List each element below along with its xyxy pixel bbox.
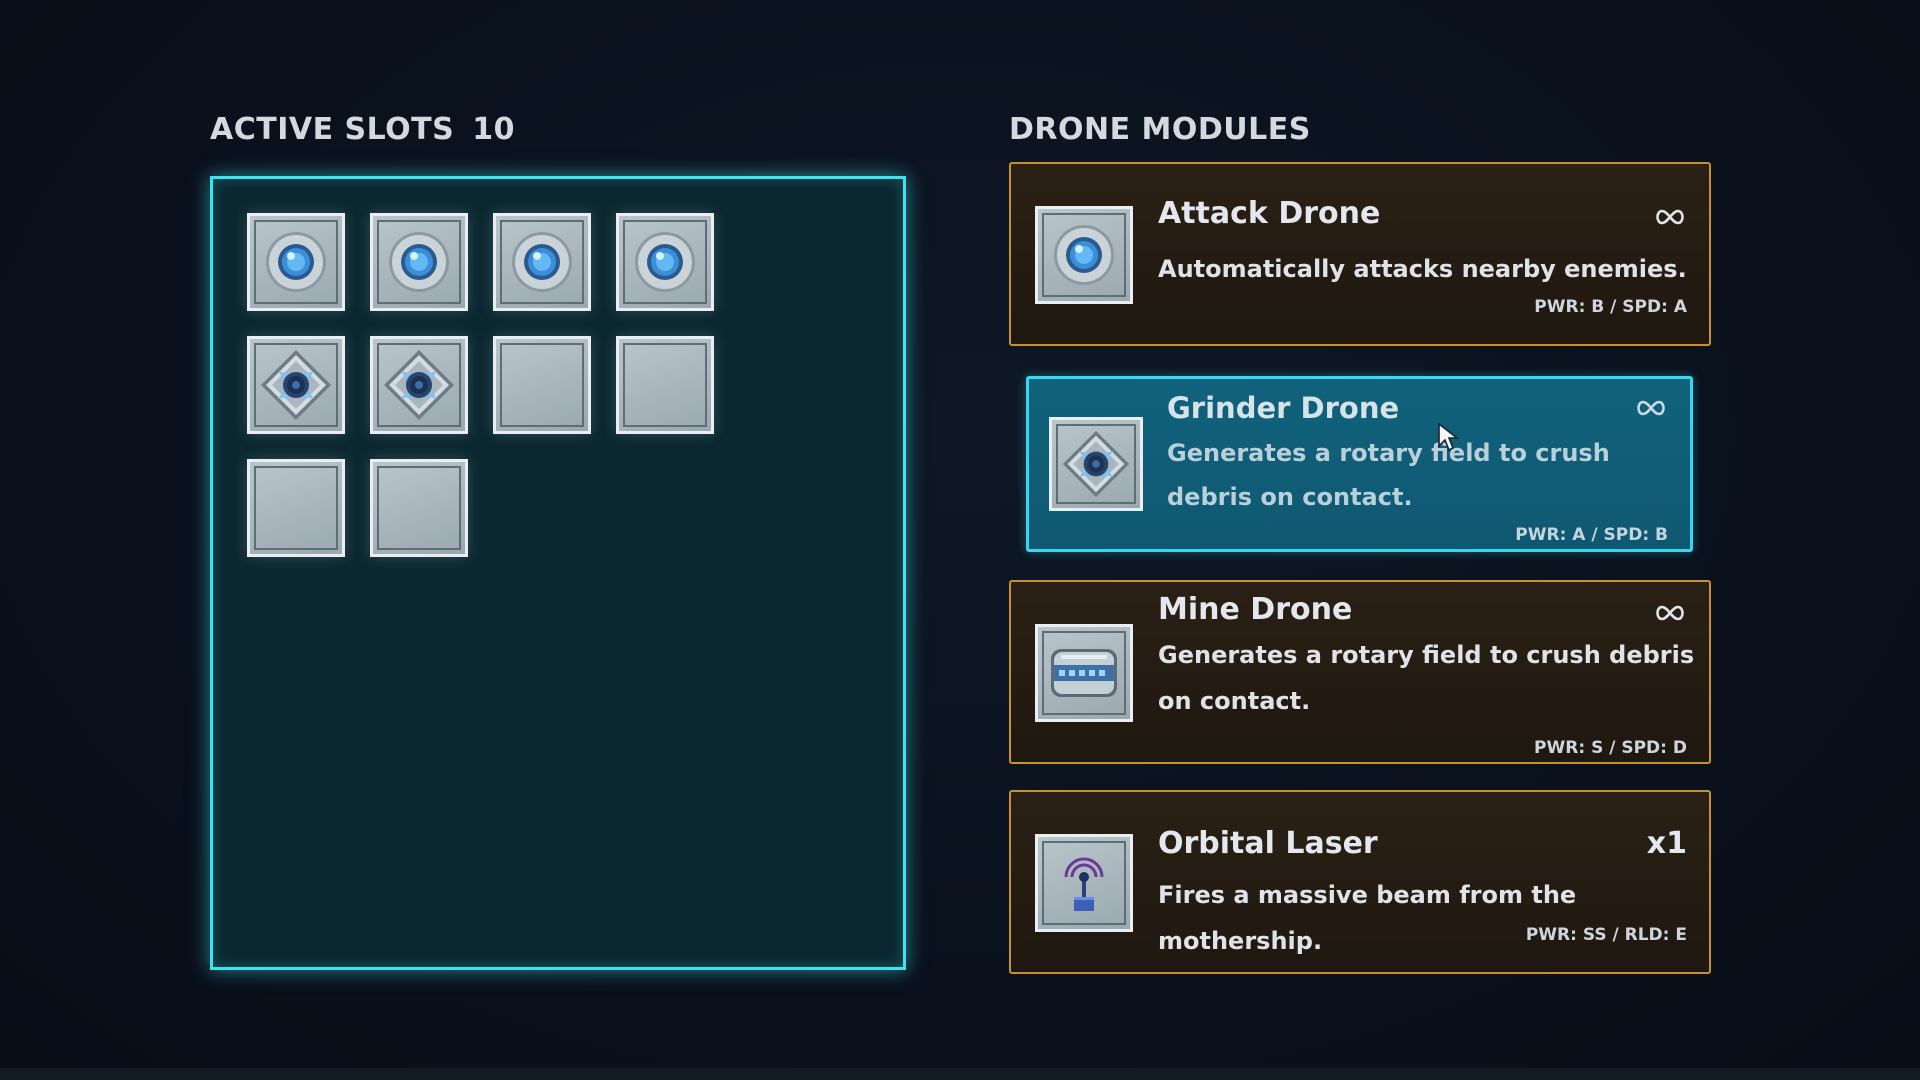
module-card-mine-drone[interactable]: Mine Drone Generates a rotary field to c… [1009, 580, 1711, 764]
attack-drone-icon [266, 232, 326, 292]
mine-drone-thumbnail [1035, 624, 1133, 722]
bottom-strip [0, 1068, 1920, 1080]
module-description: Generates a rotary field to crush debris… [1158, 641, 1695, 715]
grinder-drone-icon [384, 350, 454, 420]
attack-drone-icon [635, 232, 695, 292]
attack-drone-thumbnail [1035, 206, 1133, 304]
slot-3[interactable] [493, 213, 591, 311]
module-stats: PWR: S / SPD: D [1534, 738, 1687, 758]
module-stats: PWR: SS / RLD: E [1525, 925, 1687, 945]
quantity-label: x1 [1646, 826, 1687, 861]
mouse-cursor-icon [1438, 422, 1459, 452]
module-name: Attack Drone [1158, 196, 1381, 231]
module-card-grinder-drone[interactable]: Grinder Drone Generates a rotary field t… [1026, 376, 1693, 552]
module-card-orbital-laser[interactable]: Orbital Laser x1 Fires a massive beam fr… [1009, 790, 1711, 974]
module-description: Automatically attacks nearby enemies. [1158, 255, 1687, 283]
slot-4[interactable] [616, 213, 714, 311]
infinity-icon [1653, 604, 1687, 622]
module-name: Mine Drone [1158, 592, 1353, 627]
attack-drone-icon [512, 232, 572, 292]
orbital-laser-icon [1064, 857, 1104, 911]
slot-1[interactable] [247, 213, 345, 311]
attack-drone-icon [1054, 225, 1114, 285]
module-card-attack-drone[interactable]: Attack Drone Automatically attacks nearb… [1009, 162, 1711, 346]
slot-9-empty[interactable] [247, 459, 345, 557]
slot-8-empty[interactable] [616, 336, 714, 434]
active-slots-heading: ACTIVE SLOTS 10 [210, 112, 515, 147]
module-stats: PWR: B / SPD: A [1534, 297, 1687, 317]
module-name: Grinder Drone [1167, 391, 1400, 425]
attack-drone-icon [389, 232, 449, 292]
module-description: Fires a massive beam from the mothership… [1158, 881, 1577, 955]
slot-2[interactable] [370, 213, 468, 311]
infinity-icon [1634, 399, 1668, 417]
drone-modules-heading: DRONE MODULES [1009, 112, 1311, 147]
orbital-laser-thumbnail [1035, 834, 1133, 932]
slot-5[interactable] [247, 336, 345, 434]
module-stats: PWR: A / SPD: B [1515, 525, 1668, 545]
active-slots-label: ACTIVE SLOTS [210, 112, 455, 147]
slot-7-empty[interactable] [493, 336, 591, 434]
active-slots-count: 10 [472, 112, 515, 147]
grinder-drone-icon [1062, 430, 1130, 498]
active-slots-panel [210, 176, 906, 970]
grinder-drone-icon [261, 350, 331, 420]
module-name: Orbital Laser [1158, 826, 1378, 861]
slot-6[interactable] [370, 336, 468, 434]
slot-10-empty[interactable] [370, 459, 468, 557]
mine-drone-icon [1051, 649, 1117, 697]
grinder-drone-thumbnail [1049, 417, 1143, 511]
infinity-icon [1653, 208, 1687, 226]
module-description: Generates a rotary field to crush debris… [1167, 439, 1610, 511]
